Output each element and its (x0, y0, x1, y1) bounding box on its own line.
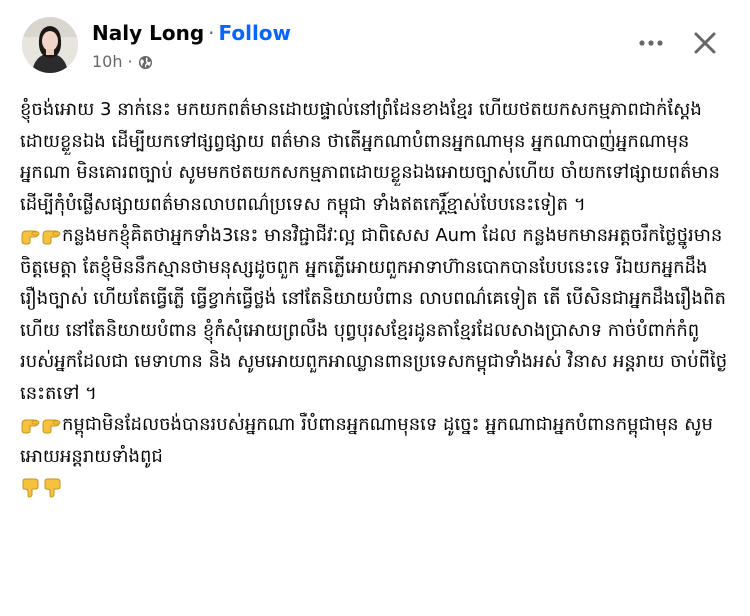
backhand-index-pointing-right-icon (20, 225, 62, 247)
avatar-photo (22, 17, 78, 73)
separator-dot: · (127, 52, 133, 71)
post-header: Naly Long · Follow 10h · (0, 0, 750, 90)
post-paragraph-2: កន្លងមកខ្ញុំគិតថាអ្នកទាំង3នេះ មានវិជ្ជាជ… (20, 220, 732, 409)
backhand-index-pointing-right-icon (20, 414, 62, 436)
more-options-icon[interactable] (636, 33, 666, 53)
avatar[interactable] (22, 17, 78, 73)
close-icon[interactable] (690, 28, 720, 58)
separator-dot: · (208, 21, 215, 45)
post-paragraph-1: ខ្ញុំចង់អោយ 3 នាក់នេះ មកយកពត៌មានដោយផ្ទាល… (20, 99, 726, 215)
post-meta: 10h · (92, 52, 153, 72)
post-paragraph-4 (20, 472, 732, 504)
post-paragraph-3: កម្ពុជាមិនដែលចង់បានរបស់អ្នកណា រឺបំពានអ្ន… (20, 409, 732, 472)
post-paragraph-2-text: កន្លងមកខ្ញុំគិតថាអ្នកទាំង3នេះ មានវិជ្ជាជ… (20, 225, 728, 404)
thumbs-down-icon (20, 477, 64, 499)
post-paragraph-3-text: កម្ពុជាមិនដែលចង់បានរបស់អ្នកណា រឺបំពានអ្ន… (20, 414, 713, 467)
author-name[interactable]: Naly Long (92, 21, 204, 45)
post-timestamp[interactable]: 10h (92, 52, 123, 72)
globe-icon[interactable] (138, 55, 153, 70)
author-line: Naly Long · Follow (92, 20, 291, 46)
follow-button[interactable]: Follow (219, 21, 292, 45)
post-text: ខ្ញុំចង់អោយ 3 នាក់នេះ មកយកពត៌មានដោយផ្ទាល… (20, 94, 732, 504)
